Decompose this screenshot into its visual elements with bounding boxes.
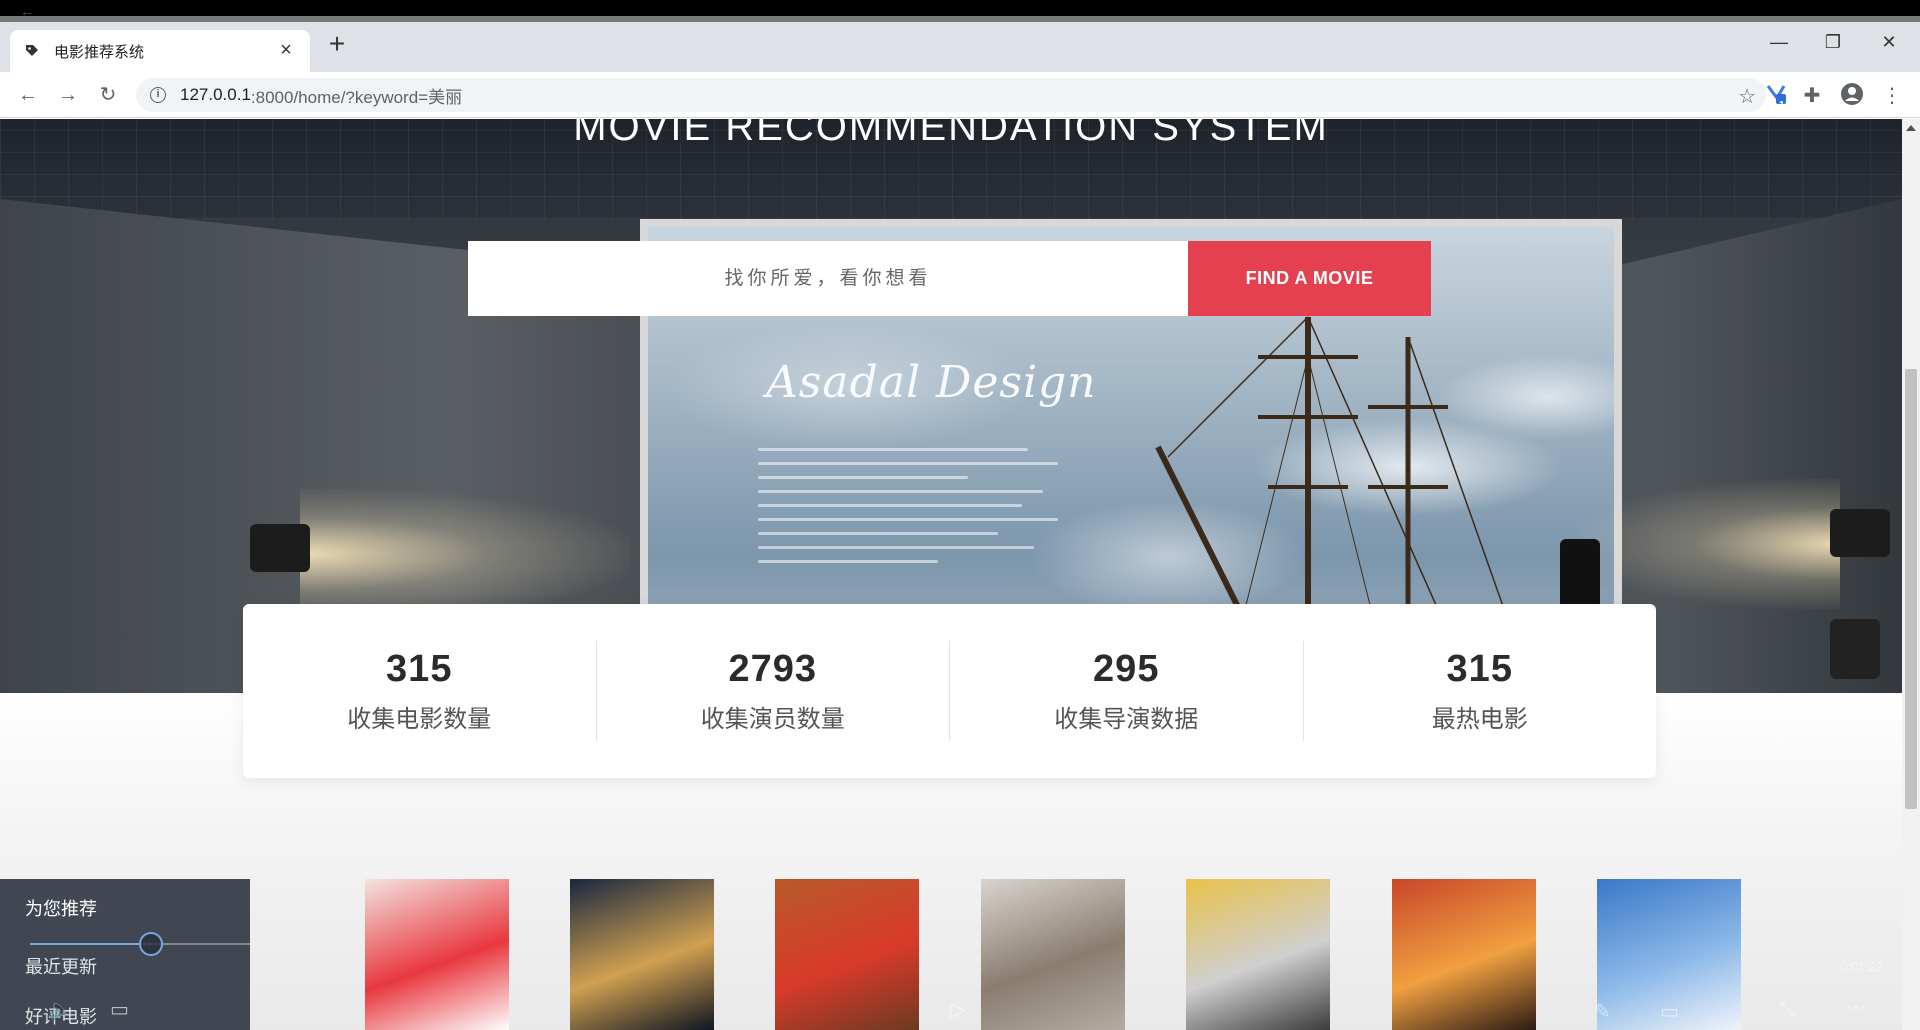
url-host: 127.0.0.1 bbox=[180, 85, 251, 104]
forward-icon[interactable]: → bbox=[54, 81, 82, 109]
light-beam-left bbox=[300, 489, 630, 619]
projector-left-icon bbox=[250, 524, 310, 572]
stat-directors: 295 收集导演数据 bbox=[950, 641, 1304, 741]
extension-badge: 1 bbox=[1779, 100, 1785, 111]
url-bar[interactable]: i 127.0.0.1 :8000/home/?keyword=美丽 ☆ bbox=[136, 78, 1766, 112]
browser-tab[interactable]: 电影推荐系统 × bbox=[10, 30, 310, 72]
menu-item-recommend[interactable]: 为您推荐 bbox=[25, 895, 97, 921]
url-path: :8000/home/?keyword=美丽 bbox=[250, 87, 463, 107]
player-time: 0:01:22 bbox=[1840, 959, 1884, 974]
reload-icon[interactable]: ↻ bbox=[94, 81, 122, 109]
close-tab-icon[interactable]: × bbox=[276, 40, 296, 61]
fullscreen-exit-icon[interactable]: ⤡ bbox=[1780, 999, 1796, 1022]
projector-right-icon bbox=[1830, 509, 1890, 557]
stat-actors: 2793 收集演员数量 bbox=[597, 641, 950, 741]
close-window-button[interactable]: ✕ bbox=[1862, 28, 1916, 58]
slider-fill bbox=[30, 943, 151, 945]
volume-icon[interactable]: 🔈 bbox=[48, 997, 73, 1022]
extension-icon[interactable]: 1 bbox=[1762, 82, 1790, 111]
stat-movies: 315 收集电影数量 bbox=[243, 641, 597, 741]
puzzle-icon[interactable]: ✚ bbox=[1798, 82, 1826, 110]
page-viewport: Asadal Design MOVIE RECOMMENDATION SYSTE… bbox=[0, 119, 1902, 1030]
address-toolbar: ← → ↻ i 127.0.0.1 :8000/home/?keyword=美丽… bbox=[0, 72, 1920, 118]
stats-card: 315 收集电影数量 2793 收集演员数量 295 收集导演数据 315 最热… bbox=[243, 604, 1656, 778]
avatar bbox=[1841, 83, 1863, 105]
stat-label: 收集导演数据 bbox=[1054, 706, 1199, 733]
tab-bar: 电影推荐系统 × + — ❐ ✕ bbox=[0, 22, 1920, 72]
menu-item-latest[interactable]: 最近更新 bbox=[25, 953, 97, 979]
minimize-button[interactable]: — bbox=[1752, 28, 1806, 58]
speaker-right-icon bbox=[1830, 619, 1880, 679]
stat-value: 315 bbox=[1446, 648, 1513, 690]
new-tab-button[interactable]: + bbox=[324, 30, 350, 58]
poster-4[interactable] bbox=[981, 879, 1125, 1030]
poster-1[interactable] bbox=[365, 879, 509, 1030]
find-movie-button[interactable]: FIND A MOVIE bbox=[1188, 241, 1431, 316]
stat-value: 295 bbox=[1093, 648, 1160, 690]
bookmark-star-icon[interactable]: ☆ bbox=[1738, 84, 1756, 109]
scrollbar-thumb[interactable] bbox=[1905, 369, 1917, 809]
stat-hot: 315 最热电影 bbox=[1304, 641, 1657, 741]
light-beam-right bbox=[1580, 479, 1840, 609]
brand-script: Asadal Design bbox=[766, 357, 1097, 408]
stat-value: 315 bbox=[386, 648, 453, 690]
poster-5[interactable] bbox=[1186, 879, 1330, 1030]
tab-title: 电影推荐系统 bbox=[54, 43, 145, 61]
profile-icon[interactable] bbox=[1838, 82, 1866, 110]
poster-3[interactable] bbox=[775, 879, 919, 1030]
stat-label: 收集演员数量 bbox=[700, 706, 845, 733]
edit-icon[interactable]: ✎ bbox=[1594, 999, 1611, 1024]
poster-6[interactable] bbox=[1392, 879, 1536, 1030]
stat-label: 收集电影数量 bbox=[347, 706, 492, 733]
poster-2[interactable] bbox=[570, 879, 714, 1030]
back-icon[interactable]: ← bbox=[14, 81, 42, 109]
restore-button[interactable]: ❐ bbox=[1806, 28, 1860, 58]
page-scrollbar[interactable] bbox=[1902, 119, 1920, 1030]
play-icon[interactable]: ▷ bbox=[950, 997, 965, 1022]
fine-print-lines bbox=[758, 437, 1058, 574]
screen-icon[interactable]: ▭ bbox=[1660, 999, 1679, 1024]
stat-value: 2793 bbox=[728, 648, 818, 690]
scroll-up-icon[interactable] bbox=[1906, 125, 1916, 131]
menu-kebab-icon[interactable]: ⋮ bbox=[1878, 82, 1906, 110]
hero-title: MOVIE RECOMMENDATION SYSTEM bbox=[573, 119, 1329, 149]
info-icon[interactable]: i bbox=[150, 87, 166, 103]
search-input[interactable] bbox=[468, 241, 1188, 316]
search-form: FIND A MOVIE bbox=[468, 241, 1431, 316]
stat-label: 最热电影 bbox=[1431, 706, 1528, 733]
more-icon[interactable]: ⋯ bbox=[1846, 995, 1866, 1020]
slider-knob[interactable] bbox=[139, 932, 163, 956]
top-strip: ← bbox=[0, 0, 1920, 22]
tag-icon bbox=[26, 45, 38, 56]
floating-menu: 为您推荐 最近更新 好评电影 🔈 ▭ bbox=[0, 879, 250, 1030]
comment-icon[interactable]: ▭ bbox=[110, 997, 129, 1022]
